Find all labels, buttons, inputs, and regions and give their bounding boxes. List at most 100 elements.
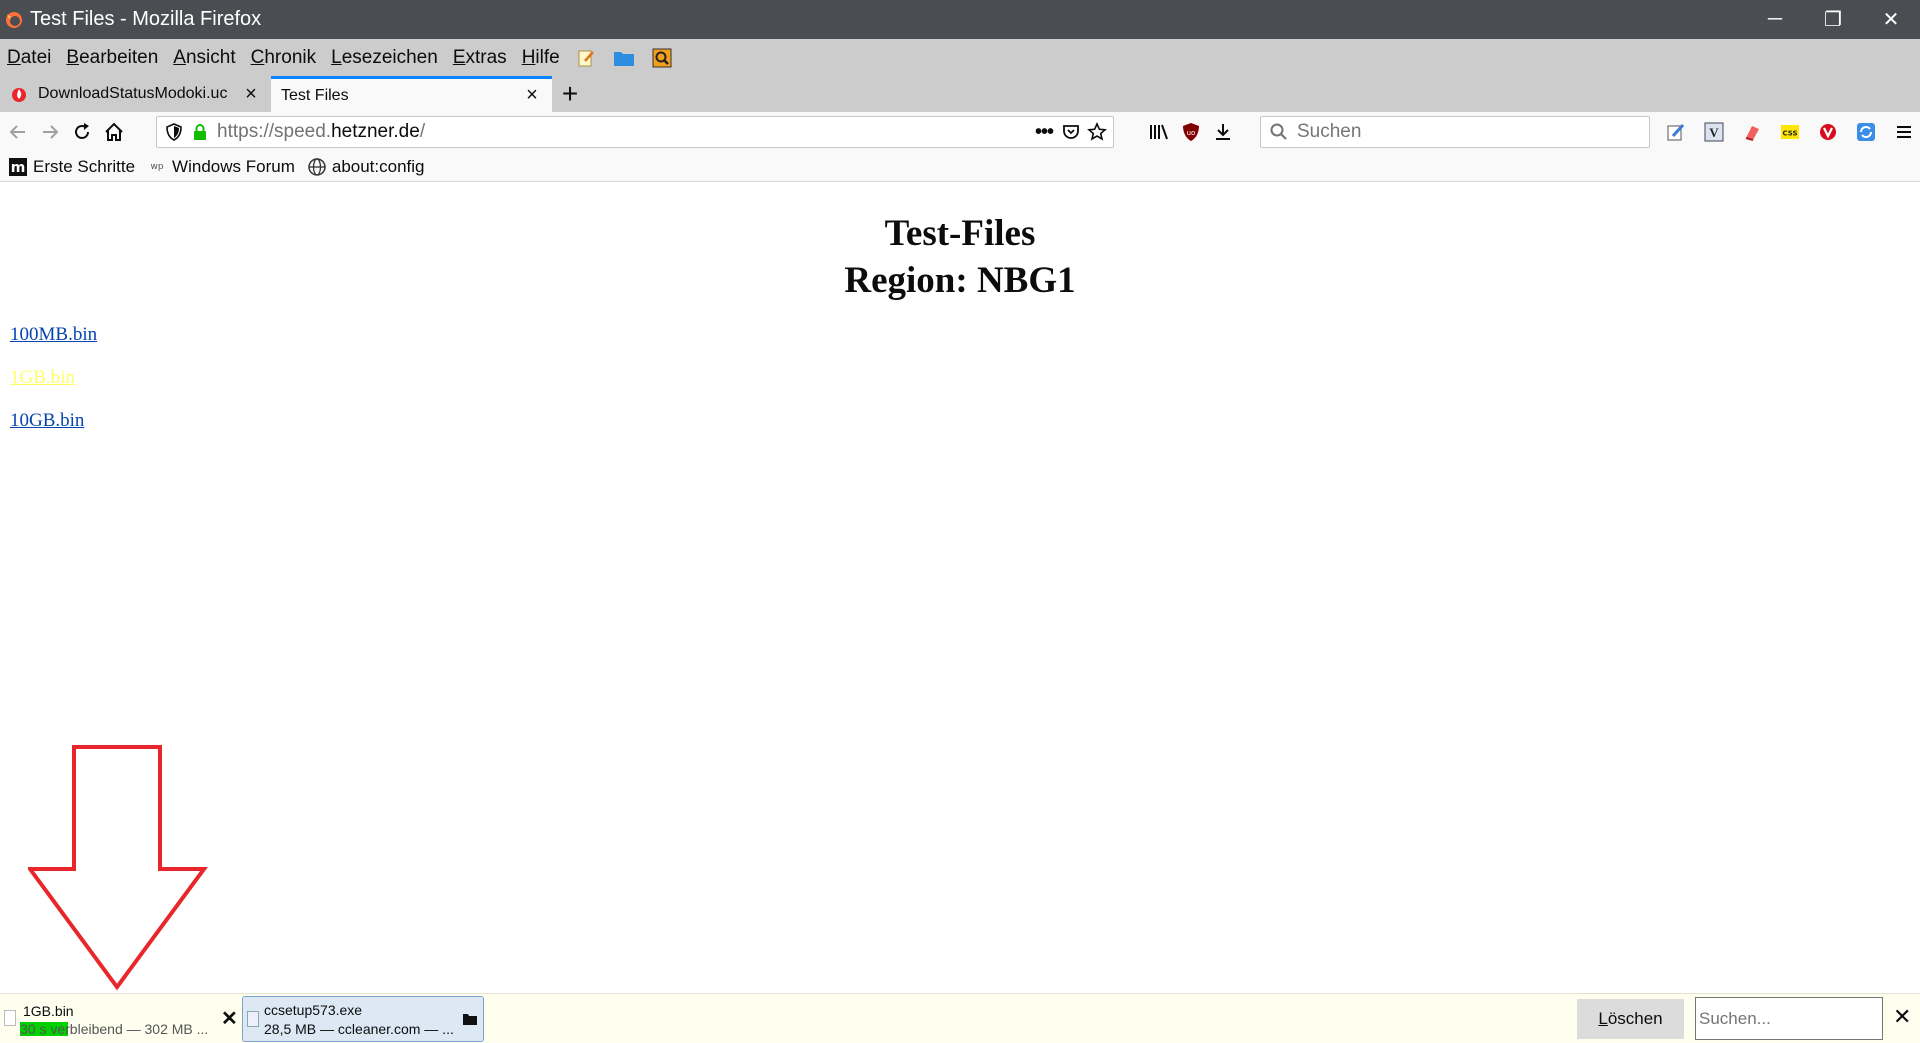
menu-extras[interactable]: Extras [453, 47, 507, 69]
library-icon [1150, 124, 1168, 140]
menu-datei[interactable]: Datei [7, 47, 51, 69]
menu-chronik[interactable]: Chronik [251, 47, 316, 69]
firefox-icon [6, 11, 22, 28]
ublock-icon: uo [1183, 123, 1199, 141]
forward-button[interactable] [34, 116, 66, 148]
svg-text:m: m [11, 160, 26, 176]
download-filename: ccsetup573.exe [264, 1002, 363, 1018]
tab-test-files[interactable]: Test Files × [271, 76, 552, 112]
edit-page-icon [1667, 123, 1685, 141]
app-menu-button[interactable] [1888, 116, 1920, 148]
extension-eraser-button[interactable] [1736, 116, 1768, 148]
back-button[interactable] [2, 116, 34, 148]
download-filename: 1GB.bin [23, 1003, 74, 1019]
download-item-1gb[interactable]: 1GB.bin 30 s verbleibend — 302 MB ... ✕ [0, 994, 240, 1042]
bookmark-label: Windows Forum [172, 156, 295, 176]
plus-icon: + [561, 78, 579, 109]
url-text: https://speed.hetzner.de/ [217, 121, 426, 142]
m-icon: m [8, 157, 28, 177]
close-icon: ✕ [1882, 9, 1900, 31]
home-button[interactable] [98, 116, 130, 148]
menu-bearbeiten[interactable]: Bearbeiten [66, 47, 158, 69]
reload-icon [75, 123, 89, 139]
minimize-button[interactable]: ─ [1746, 0, 1804, 39]
ublock-button[interactable]: uo [1175, 116, 1207, 148]
navigation-toolbar: https://speed.hetzner.de/ ••• uo V CSS [0, 112, 1920, 152]
extension-editor-button[interactable] [1660, 116, 1692, 148]
bookmark-label: about:config [331, 156, 425, 176]
extension-css-button[interactable]: CSS [1774, 116, 1806, 148]
lock-icon[interactable] [191, 123, 209, 141]
tab-downloadstatus[interactable]: DownloadStatusModoki.uc × [0, 76, 271, 112]
menubar: Datei Bearbeiten Ansicht Chronik Lesezei… [0, 39, 1920, 76]
bookmark-erste-schritte[interactable]: m Erste Schritte [8, 157, 135, 177]
pocket-icon[interactable] [1061, 122, 1081, 142]
close-window-button[interactable]: ✕ [1862, 0, 1920, 39]
menu-lesezeichen[interactable]: Lesezeichen [331, 47, 438, 69]
svg-text:wp: wp [151, 162, 164, 172]
download-bar: 1GB.bin 30 s verbleibend — 302 MB ... ✕ … [0, 993, 1920, 1043]
svg-text:CSS: CSS [1782, 130, 1797, 138]
tracking-shield-icon[interactable] [165, 123, 183, 141]
download-status: 28,5 MB — ccleaner.com — ... [264, 1021, 454, 1037]
bookmarks-toolbar: m Erste Schritte wp Windows Forum about:… [0, 152, 1920, 182]
window-title: Test Files - Mozilla Firefox [30, 8, 262, 30]
menu-hilfe[interactable]: Hilfe [522, 47, 560, 69]
bookmark-about-config[interactable]: about:config [307, 157, 425, 177]
red-arrow-annotation [28, 745, 208, 991]
bookmark-star-icon[interactable] [1087, 122, 1107, 142]
extension-vivaldi-button[interactable] [1812, 116, 1844, 148]
forward-arrow-icon [43, 125, 59, 139]
url-bar[interactable]: https://speed.hetzner.de/ ••• [156, 116, 1114, 148]
clear-downloads-button[interactable]: Löschen [1577, 999, 1684, 1039]
search-bar[interactable] [1260, 116, 1650, 148]
wp-icon: wp [147, 157, 167, 177]
back-arrow-icon [9, 125, 25, 139]
tab-bar: DownloadStatusModoki.uc × Test Files × + [0, 76, 1920, 112]
eraser-icon [1745, 126, 1759, 141]
close-download-bar-icon[interactable]: ✕ [1893, 1004, 1911, 1030]
cancel-download-icon[interactable]: ✕ [221, 1006, 238, 1031]
extension-sync-button[interactable] [1850, 116, 1882, 148]
window-titlebar: Test Files - Mozilla Firefox ─ ❐ ✕ [0, 0, 1920, 39]
downloads-button[interactable] [1207, 116, 1239, 148]
link-100mb[interactable]: 100MB.bin [10, 324, 1920, 346]
bookmark-label: Erste Schritte [33, 156, 136, 176]
svg-text:V: V [1709, 125, 1719, 140]
link-10gb[interactable]: 10GB.bin [10, 410, 1920, 432]
menu-ansicht[interactable]: Ansicht [173, 47, 235, 69]
library-button[interactable] [1143, 116, 1175, 148]
heading-title: Test-Files [884, 213, 1036, 254]
search-tool-icon[interactable] [651, 47, 673, 69]
reload-button[interactable] [66, 116, 98, 148]
tab-close-icon[interactable]: × [522, 84, 542, 107]
sync-icon [1857, 123, 1875, 141]
bookmark-windows-forum[interactable]: wp Windows Forum [147, 157, 295, 177]
page-heading: Test-Files Region: NBG1 [0, 210, 1920, 304]
download-status: 30 s verbleibend — 302 MB ... [20, 1021, 209, 1037]
heading-region: Region: NBG1 [844, 260, 1076, 301]
page-actions-icon[interactable]: ••• [1035, 121, 1054, 144]
css-icon: CSS [1781, 125, 1799, 139]
search-icon [1270, 123, 1287, 140]
restore-button[interactable]: ❐ [1804, 0, 1862, 39]
download-search-input[interactable] [1695, 997, 1883, 1040]
flame-icon [12, 88, 26, 102]
search-input[interactable] [1297, 121, 1627, 143]
folder-icon[interactable] [613, 47, 635, 69]
restore-icon: ❐ [1824, 9, 1842, 31]
notepad-icon[interactable] [575, 47, 597, 69]
page-content: Test-Files Region: NBG1 100MB.bin 1GB.bi… [0, 182, 1920, 992]
tab-title: Test Files [281, 86, 349, 104]
v-circle-icon [1820, 124, 1836, 140]
hamburger-menu-icon [1897, 126, 1911, 138]
file-links: 100MB.bin 1GB.bin 10GB.bin [10, 324, 1920, 432]
extension-v-button[interactable]: V [1698, 116, 1730, 148]
download-item-ccsetup[interactable]: ccsetup573.exe 28,5 MB — ccleaner.com — … [242, 996, 484, 1042]
home-icon [105, 122, 123, 141]
new-tab-button[interactable]: + [552, 76, 588, 112]
tab-close-icon[interactable]: × [241, 83, 261, 106]
svg-text:uo: uo [1187, 129, 1196, 137]
link-1gb[interactable]: 1GB.bin [10, 367, 1920, 389]
open-folder-icon[interactable] [462, 1011, 478, 1027]
